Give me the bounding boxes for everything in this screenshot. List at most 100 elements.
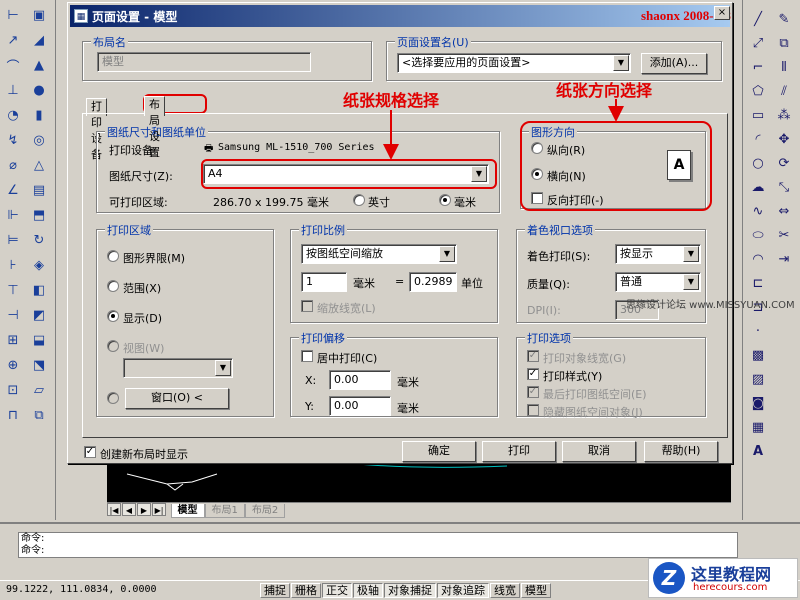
window-button[interactable]: 窗口(O) < (125, 388, 229, 409)
circle-icon[interactable]: ○ (747, 152, 769, 174)
dimension-aligned-icon[interactable]: ↗ (2, 29, 24, 51)
grid-toggle[interactable]: 栅格 (291, 583, 321, 598)
add-page-setup-button[interactable]: 添加(A)... (641, 53, 707, 74)
region-icon[interactable]: ◙ (747, 392, 769, 414)
union-icon[interactable]: ◈ (28, 254, 50, 276)
layout-tab-model[interactable]: 模型 (170, 504, 205, 518)
dimension-jogged-icon[interactable]: ↯ (2, 129, 24, 151)
move-icon[interactable]: ✥ (773, 128, 795, 150)
point-icon[interactable]: · (747, 320, 769, 342)
dimension-radius-icon[interactable]: ◔ (2, 104, 24, 126)
mirror-icon[interactable]: ⫴ (773, 56, 795, 78)
scale-units-input[interactable]: 0.2989 (409, 272, 457, 292)
rotate-icon[interactable]: ⟳ (773, 152, 795, 174)
snap-toggle[interactable]: 捕捉 (260, 583, 290, 598)
inspection-icon[interactable]: ⊡ (2, 379, 24, 401)
intersect-icon[interactable]: ◩ (28, 304, 50, 326)
ellipse-icon[interactable]: ⬭ (747, 224, 769, 246)
cone-icon[interactable]: ▲ (28, 54, 50, 76)
chevron-down-icon[interactable]: ▼ (439, 246, 455, 262)
unit-mm-radio[interactable] (439, 194, 451, 206)
layout-tab-layout2[interactable]: 布局2 (244, 504, 286, 518)
osnap-toggle[interactable]: 对象捕捉 (384, 583, 436, 598)
polar-toggle[interactable]: 极轴 (353, 583, 383, 598)
plot-button[interactable]: 打印 (482, 441, 556, 462)
ok-button[interactable]: 确定 (402, 441, 476, 462)
trim-icon[interactable]: ✂ (773, 224, 795, 246)
first-tab-icon[interactable]: |◀ (107, 503, 121, 516)
polyline-icon[interactable]: ⌐ (747, 56, 769, 78)
dimension-angular-icon[interactable]: ∠ (2, 179, 24, 201)
display-radio[interactable] (107, 310, 119, 322)
table-icon[interactable]: ▦ (747, 416, 769, 438)
polygon-icon[interactable]: ⬠ (747, 80, 769, 102)
tolerance-icon[interactable]: ⊞ (2, 329, 24, 351)
center-plot-checkbox[interactable] (301, 350, 313, 362)
wedge-icon[interactable]: ◢ (28, 29, 50, 51)
construction-line-icon[interactable]: ⤢ (747, 32, 769, 54)
cancel-button[interactable]: 取消 (562, 441, 636, 462)
insert-block-icon[interactable]: ⊏ (747, 272, 769, 294)
otrack-toggle[interactable]: 对象追踪 (437, 583, 489, 598)
revision-cloud-icon[interactable]: ☁ (747, 176, 769, 198)
layout-tab-layout1[interactable]: 布局1 (204, 504, 245, 518)
slice-icon[interactable]: ⬓ (28, 329, 50, 351)
scale-select[interactable]: 按图纸空间缩放 ▼ (301, 244, 457, 264)
page-setup-select[interactable]: <选择要应用的页面设置> ▼ (397, 53, 631, 73)
extents-radio[interactable] (107, 280, 119, 292)
gradient-icon[interactable]: ▨ (747, 368, 769, 390)
tab-layout-settings[interactable]: 布局设置 (144, 96, 165, 159)
pyramid-icon[interactable]: △ (28, 154, 50, 176)
model-toggle[interactable]: 模型 (521, 583, 551, 598)
close-button[interactable]: × (714, 6, 730, 20)
center-mark-icon[interactable]: ⊕ (2, 354, 24, 376)
quick-dimension-icon[interactable]: ⊩ (2, 204, 24, 226)
stretch-icon[interactable]: ⇔ (773, 200, 795, 222)
offset-x-input[interactable]: 0.00 (329, 370, 391, 390)
polysolid-icon[interactable]: ▤ (28, 179, 50, 201)
scale-mm-input[interactable]: 1 (301, 272, 347, 292)
next-tab-icon[interactable]: ▶ (137, 503, 151, 516)
ortho-toggle[interactable]: 正交 (322, 583, 352, 598)
box-icon[interactable]: ▣ (28, 4, 50, 26)
revolve-icon[interactable]: ↻ (28, 229, 50, 251)
drawing-canvas[interactable] (107, 462, 731, 502)
offset-icon[interactable]: ⫽ (773, 80, 795, 102)
shade-plot-select[interactable]: 按显示 ▼ (615, 244, 701, 264)
planar-surface-icon[interactable]: ▱ (28, 379, 50, 401)
chevron-down-icon[interactable]: ▼ (613, 55, 629, 71)
limits-radio[interactable] (107, 250, 119, 262)
dimension-linear-icon[interactable]: ⊢ (2, 4, 24, 26)
rectangle-icon[interactable]: ▭ (747, 104, 769, 126)
lineweight-toggle[interactable]: 线宽 (490, 583, 520, 598)
command-history[interactable]: 命令: 命令: (18, 532, 738, 558)
show-on-new-layout-checkbox[interactable]: ✓ (84, 446, 96, 458)
dimension-break-icon[interactable]: ⊣ (2, 304, 24, 326)
ellipse-arc-icon[interactable]: ◠ (747, 248, 769, 270)
section-icon[interactable]: ⬔ (28, 354, 50, 376)
quality-select[interactable]: 普通 ▼ (615, 272, 701, 292)
dimension-diameter-icon[interactable]: ⌀ (2, 154, 24, 176)
dimension-baseline-icon[interactable]: ⊨ (2, 229, 24, 251)
hatch-icon[interactable]: ▩ (747, 344, 769, 366)
offset-y-input[interactable]: 0.00 (329, 396, 391, 416)
spline-icon[interactable]: ∿ (747, 200, 769, 222)
copy-icon[interactable]: ⧉ (773, 32, 795, 54)
torus-icon[interactable]: ◎ (28, 129, 50, 151)
scale-icon[interactable]: ⤡ (773, 176, 795, 198)
erase-icon[interactable]: ✎ (773, 8, 795, 30)
dimension-space-icon[interactable]: ⊤ (2, 279, 24, 301)
extrude-icon[interactable]: ⬒ (28, 204, 50, 226)
prev-tab-icon[interactable]: ◀ (122, 503, 136, 516)
extend-icon[interactable]: ⇥ (773, 248, 795, 270)
help-button[interactable]: 帮助(H) (644, 441, 718, 462)
unit-inch-radio[interactable] (353, 194, 365, 206)
chevron-down-icon[interactable]: ▼ (683, 246, 699, 262)
subtract-icon[interactable]: ◧ (28, 279, 50, 301)
line-icon[interactable]: ╱ (747, 8, 769, 30)
chevron-down-icon[interactable]: ▼ (683, 274, 699, 290)
dimension-arc-icon[interactable]: ⌒ (2, 54, 24, 76)
multiline-text-icon[interactable]: A (747, 440, 769, 462)
cylinder-icon[interactable]: ▮ (28, 104, 50, 126)
jogged-linear-icon[interactable]: ⊓ (2, 404, 24, 426)
